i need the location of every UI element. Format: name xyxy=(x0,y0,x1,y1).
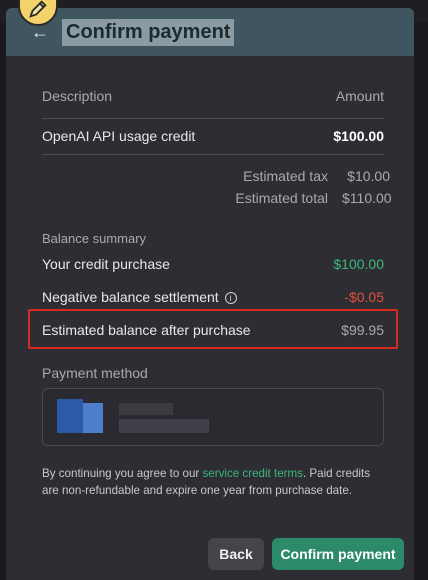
redacted-card-line xyxy=(119,403,173,415)
card-brand-icon xyxy=(57,399,83,433)
terms-prefix: By continuing you agree to our xyxy=(42,467,203,480)
modal-title: Confirm payment xyxy=(62,18,235,46)
description-column-header: Description xyxy=(42,88,113,104)
confirm-payment-button[interactable]: Confirm payment xyxy=(272,538,404,570)
credit-purchase-row: Your credit purchase $100.00 xyxy=(42,256,384,272)
service-credit-terms-link[interactable]: service credit terms xyxy=(202,467,303,480)
balance-summary-title: Balance summary xyxy=(42,231,147,246)
payment-method-title: Payment method xyxy=(42,365,148,381)
credit-purchase-label: Your credit purchase xyxy=(42,256,170,272)
divider xyxy=(42,118,384,119)
back-button[interactable]: Back xyxy=(208,538,264,570)
background-page-right xyxy=(414,22,428,580)
estimated-total-value: $110.00 xyxy=(342,190,392,206)
negative-balance-label: Negative balance settlement xyxy=(42,289,219,305)
line-item-amount: $100.00 xyxy=(333,128,384,144)
negative-balance-value: -$0.05 xyxy=(344,289,384,305)
info-icon[interactable]: i xyxy=(224,292,237,305)
estimated-balance-row: Estimated balance after purchase $99.95 xyxy=(42,322,384,338)
totals: Estimated tax $10.00 Estimated total $11… xyxy=(190,165,392,209)
modal-header: ← Confirm payment xyxy=(6,8,414,56)
redacted-card-line xyxy=(119,419,209,433)
estimated-balance-label: Estimated balance after purchase xyxy=(42,322,251,338)
negative-balance-row: Negative balance settlement i -$0.05 xyxy=(42,289,384,305)
line-item-label: OpenAI API usage credit xyxy=(42,128,196,144)
estimated-tax-label: Estimated tax xyxy=(243,168,328,184)
terms-text: By continuing you agree to our service c… xyxy=(42,465,388,499)
credit-purchase-value: $100.00 xyxy=(333,256,384,272)
estimated-total-row: Estimated total $110.00 xyxy=(190,187,392,209)
divider xyxy=(42,154,384,155)
estimated-tax-value: $10.00 xyxy=(347,168,390,184)
estimated-tax-row: Estimated tax $10.00 xyxy=(190,165,390,187)
estimated-total-label: Estimated total xyxy=(235,190,328,206)
card-brand-icon-overlay xyxy=(83,403,103,433)
payment-method-card[interactable] xyxy=(42,388,384,446)
amount-column-header: Amount xyxy=(335,88,384,104)
line-item: OpenAI API usage credit $100.00 xyxy=(42,128,384,144)
estimated-balance-value: $99.95 xyxy=(341,322,384,338)
table-header: Description Amount xyxy=(42,86,384,106)
